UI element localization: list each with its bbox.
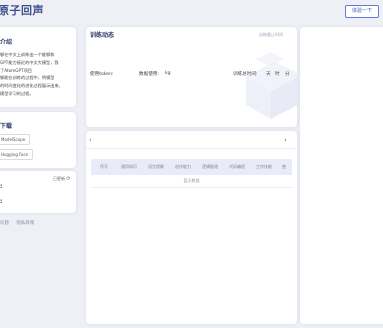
intro-line: 的时间变化的进化过程展示出来， (0, 83, 63, 89)
day-unit: 天 (266, 72, 271, 77)
intro-text: 够在中文上训练出一个能够和 GPT能力接近的中文大模型，我 了AtomGPT项目… (0, 51, 70, 98)
download-title: 下载 (0, 123, 13, 130)
brand-logo-text[interactable]: 原子回声 (0, 2, 44, 18)
faq-link[interactable]: 问题 (0, 221, 9, 226)
privacy-link[interactable]: 隐私政策 (16, 221, 34, 226)
table-header: 序号 通用知识 语言理解 创作能力 逻辑推理 代码编程 工作技能 使 (91, 159, 292, 175)
hour-unit: 时 (275, 72, 280, 77)
column-header: 逻辑推理 (202, 164, 218, 169)
training-title: 训练动态 (90, 32, 115, 39)
intro-line: 模型学习的过程。 (0, 90, 34, 96)
download-card: 下载 ModelScope Hugging Face (0, 112, 76, 168)
stat-label: : (0, 198, 3, 205)
modelscope-link[interactable]: ModelScope (0, 134, 31, 145)
column-header: 工作技能 (256, 164, 272, 169)
token-usage-label: 使用token: (90, 72, 114, 77)
empty-state: 暂无数据 (91, 175, 292, 188)
panel-divider (86, 148, 297, 149)
training-card: 训练动态 训练截止时间 使用token: 数据使用: kg 训练总时间: 天 时… (86, 27, 297, 127)
try-button[interactable]: 体验一下 (345, 5, 379, 18)
refresh-icon[interactable]: ⟳ (66, 176, 70, 182)
stats-card: 已更新 ⟳ : : (0, 171, 76, 213)
footer-links: 问题 隐私政策 (0, 220, 34, 226)
intro-line: 够在中文上训练出一个能够和 (0, 52, 55, 57)
data-unit: kg (165, 71, 171, 76)
intro-card: 介绍 够在中文上训练出一个能够和 GPT能力接近的中文大模型，我 了AtomGP… (0, 27, 76, 107)
data-usage-label: 数据使用: (139, 72, 159, 77)
updated-status: 已更新 ⟳ (53, 176, 70, 182)
column-header: 序号 (100, 164, 108, 169)
isometric-cube-illustration (245, 52, 297, 119)
results-panel: ‹ › 序号 通用知识 语言理解 创作能力 逻辑推理 代码编程 工作技能 使 暂… (86, 131, 297, 324)
column-header: 语言理解 (148, 164, 164, 169)
intro-line: 了AtomGPT项目 (0, 67, 32, 73)
huggingface-link[interactable]: Hugging Face (0, 149, 34, 160)
column-header: 代码编程 (229, 164, 245, 169)
intro-line: GPT能力接近的中文大模型，我 (0, 59, 59, 65)
stat-label: : (0, 183, 3, 190)
total-time-label: 训练总时间: (233, 72, 258, 77)
column-header: 使 (282, 164, 286, 169)
intro-title: 介绍 (0, 39, 13, 46)
column-header: 创作能力 (175, 164, 191, 169)
app-header: 原子回声 体验一下 (0, 0, 383, 22)
deadline-label: 训练截止时间 (259, 32, 283, 37)
column-header: 通用知识 (121, 164, 137, 169)
prev-arrow-icon[interactable]: ‹ (89, 136, 92, 144)
updated-label: 已更新 (53, 176, 65, 181)
next-arrow-icon[interactable]: › (284, 136, 287, 144)
minute-unit: 分 (285, 72, 290, 77)
intro-line: 够能在训练的过程中，将模型 (0, 75, 55, 81)
side-panel (300, 27, 383, 324)
